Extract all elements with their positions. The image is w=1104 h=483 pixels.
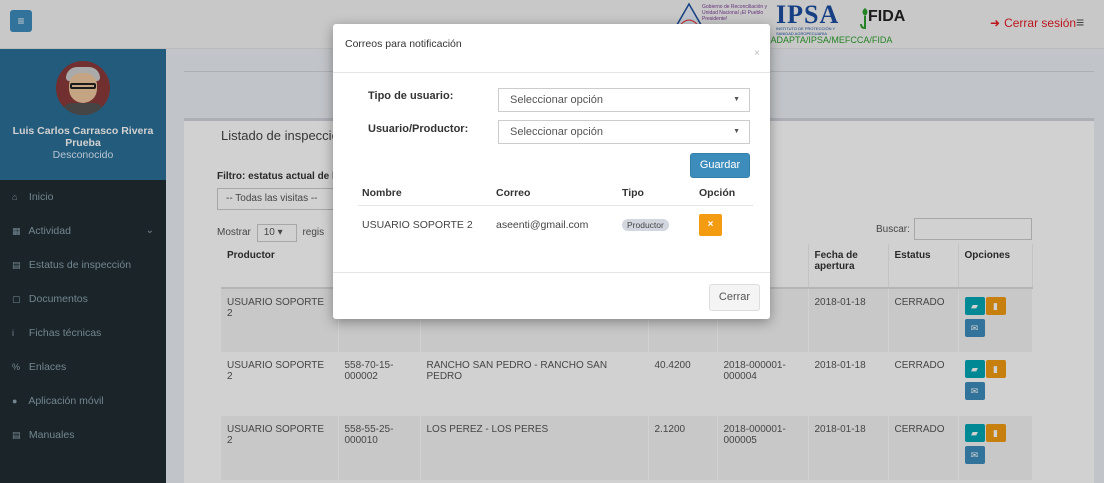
column-header-nombre: Nombre bbox=[358, 183, 492, 206]
user-producer-label: Usuario/Productor: bbox=[368, 123, 469, 135]
modal-header: Correos para notificación × bbox=[333, 24, 770, 73]
save-button[interactable]: Guardar bbox=[690, 153, 750, 178]
user-type-select[interactable]: Seleccionar opción ▼ bbox=[498, 88, 750, 112]
column-header-opcion: Opción bbox=[695, 183, 753, 206]
column-header-correo: Correo bbox=[492, 183, 618, 206]
chevron-down-icon: ▼ bbox=[733, 128, 740, 135]
modal-footer: Cerrar bbox=[333, 272, 770, 319]
remove-button[interactable]: × bbox=[699, 214, 722, 236]
cell-opcion: × bbox=[695, 206, 753, 245]
user-type-value: Seleccionar opción bbox=[510, 94, 603, 106]
modal-title: Correos para notificación bbox=[345, 38, 462, 50]
notification-emails-modal: Correos para notificación × Tipo de usua… bbox=[333, 24, 770, 319]
cell-correo: aseenti@gmail.com bbox=[496, 219, 589, 231]
cell-nombre: USUARIO SOPORTE 2 bbox=[362, 219, 473, 231]
user-type-label: Tipo de usuario: bbox=[368, 90, 454, 102]
column-header-tipo: Tipo bbox=[618, 183, 695, 206]
user-producer-value: Seleccionar opción bbox=[510, 126, 603, 138]
close-button[interactable]: Cerrar bbox=[709, 284, 760, 311]
emails-table: Nombre Correo Tipo Opción USUARIO SOPORT… bbox=[358, 183, 753, 244]
close-icon[interactable]: × bbox=[754, 48, 760, 59]
type-badge: Productor bbox=[622, 219, 669, 231]
chevron-down-icon: ▼ bbox=[733, 96, 740, 103]
cell-tipo: Productor bbox=[618, 206, 695, 245]
table-row: USUARIO SOPORTE 2 aseenti@gmail.com Prod… bbox=[358, 206, 753, 245]
user-producer-select[interactable]: Seleccionar opción ▼ bbox=[498, 120, 750, 144]
remove-icon: × bbox=[707, 219, 714, 230]
